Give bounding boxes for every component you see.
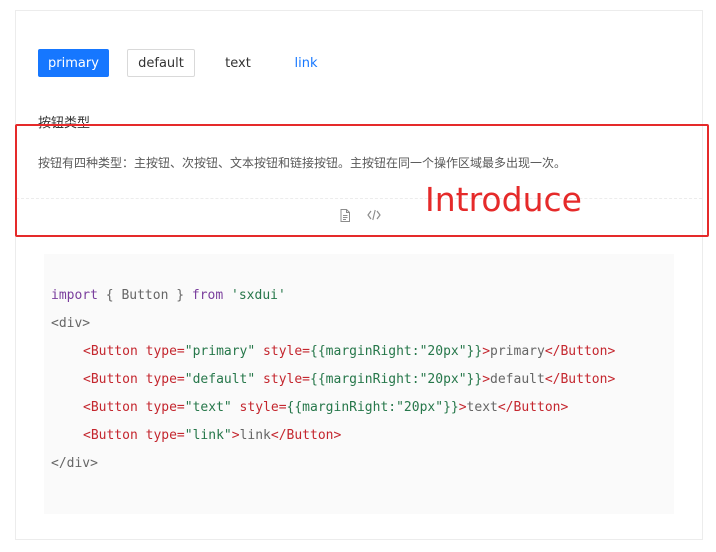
code-string: "primary": [184, 344, 256, 359]
code-tag: >: [231, 428, 240, 443]
code-string: "text": [184, 400, 232, 415]
code-string: {{marginRight:"20px"}}: [310, 372, 483, 387]
code-line: </div>: [51, 455, 98, 473]
code-keyword: from: [191, 288, 224, 303]
code-string: {{marginRight:"20px"}}: [310, 344, 483, 359]
text-button[interactable]: text: [215, 49, 261, 77]
code-tag: <Button: [83, 400, 138, 415]
code-string: 'sxdui': [231, 288, 286, 303]
code-tag: >: [482, 344, 491, 359]
code-text: text: [466, 400, 498, 415]
code-line: import { Button } from 'sxdui': [51, 287, 286, 305]
primary-button[interactable]: primary: [38, 49, 109, 77]
annotation-box: [15, 124, 709, 237]
code-text: primary: [490, 344, 545, 359]
code-line: <div>: [51, 315, 90, 333]
code-tag: <Button: [83, 344, 138, 359]
code-attr: type=: [137, 400, 185, 415]
code-tag: <Button: [83, 428, 138, 443]
code-text: </div>: [51, 456, 98, 471]
code-keyword: import: [51, 288, 98, 303]
code-attr: type=: [137, 344, 185, 359]
code-line: <Button type="text" style={{marginRight:…: [83, 399, 568, 417]
code-string: "default": [184, 372, 256, 387]
code-attr: type=: [137, 372, 185, 387]
link-button[interactable]: link: [283, 49, 329, 77]
code-string: {{marginRight:"20px"}}: [286, 400, 459, 415]
code-tag: <Button: [83, 372, 138, 387]
code-attr: style=: [231, 400, 287, 415]
default-button[interactable]: default: [127, 49, 195, 77]
code-text: <div>: [51, 316, 91, 331]
code-tag: </Button>: [270, 428, 342, 443]
code-string: "link": [184, 428, 232, 443]
code-attr: style=: [255, 344, 311, 359]
code-text: default: [490, 372, 545, 387]
code-attr: style=: [255, 372, 311, 387]
code-line: <Button type="primary" style={{marginRig…: [83, 343, 615, 361]
code-text: { Button }: [97, 288, 192, 303]
code-tag: >: [482, 372, 491, 387]
code-text: link: [239, 428, 271, 443]
code-tag: >: [458, 400, 467, 415]
code-line: <Button type="link">link</Button>: [83, 427, 341, 445]
code-tag: </Button>: [544, 344, 616, 359]
code-line: <Button type="default" style={{marginRig…: [83, 371, 615, 389]
code-tag: </Button>: [497, 400, 569, 415]
code-attr: type=: [137, 428, 185, 443]
annotation-label: Introduce: [425, 180, 582, 219]
code-tag: </Button>: [544, 372, 616, 387]
